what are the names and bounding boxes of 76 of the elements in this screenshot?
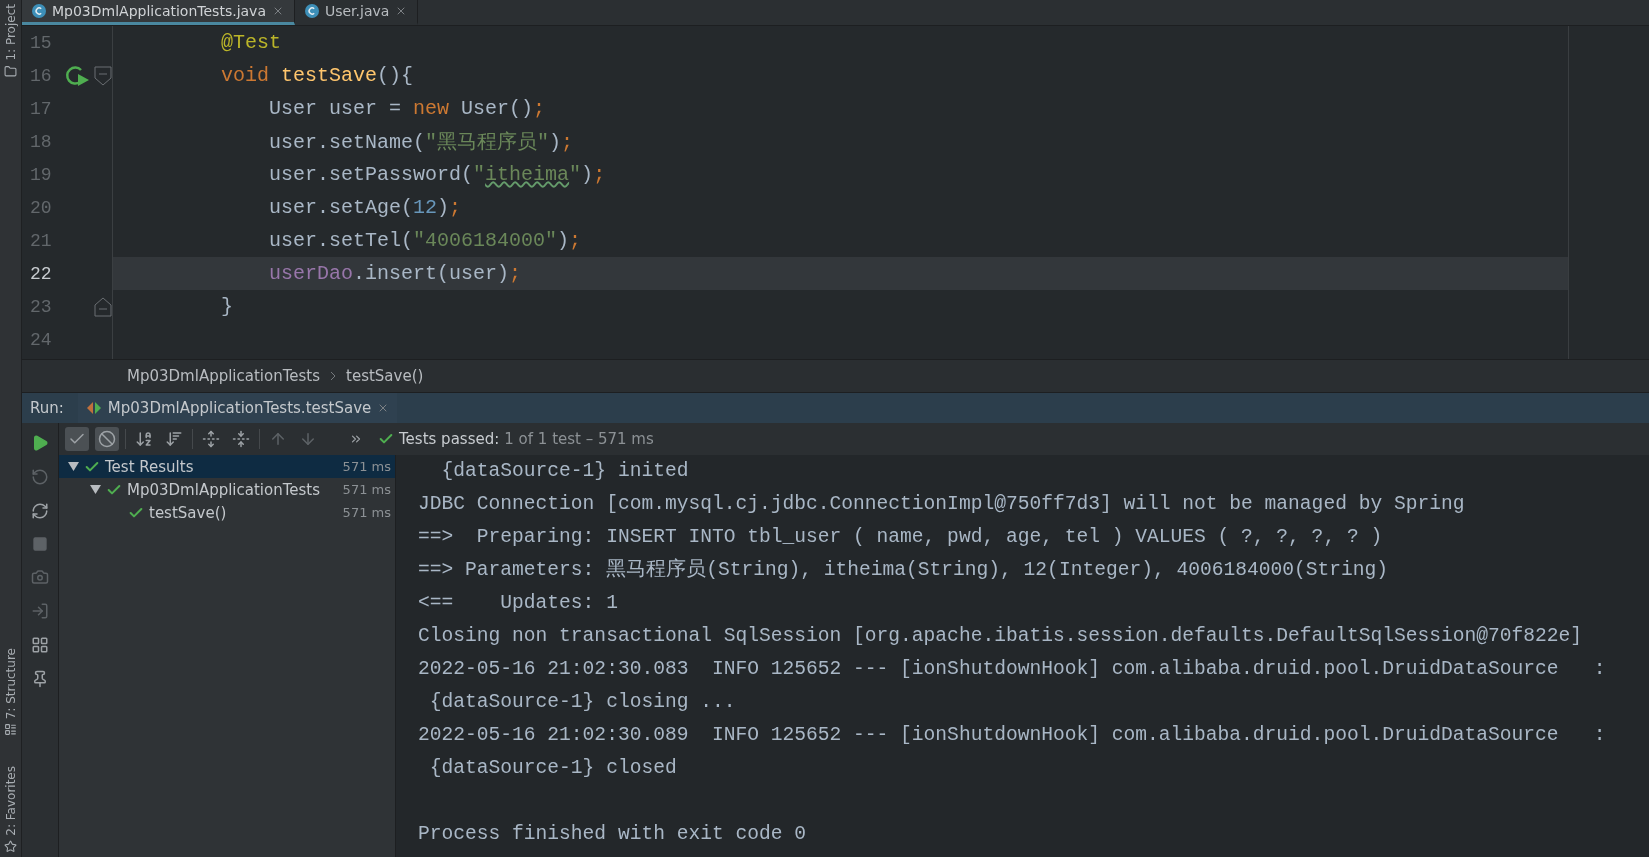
class-icon [304, 4, 319, 18]
code-line: } [220, 295, 233, 318]
rerun-icon [31, 468, 49, 486]
tests-status-detail: 1 of 1 test – 571 ms [504, 430, 654, 448]
layout-icon [31, 636, 49, 654]
code-line: @Test [220, 31, 282, 54]
tree-item[interactable]: Test Results 571 ms [59, 455, 395, 478]
code-line: User user = new User(); [268, 97, 546, 120]
line-number: 20 [29, 197, 53, 218]
duration-text: 571 ms [342, 482, 391, 497]
expanded-caret-icon[interactable] [67, 461, 79, 472]
pin-icon [31, 670, 49, 688]
console-line: 2022-05-16 21:02:30.089 INFO 125652 --- [ionShutdownHook] com.alibaba.druid.pool.DruidDataSource : [418, 724, 1606, 746]
code-line: userDao.insert(user); [268, 262, 522, 285]
duration-text: 571 ms [342, 459, 391, 474]
run-tab[interactable]: Mp03DmlApplicationTests.testSave [77, 393, 398, 423]
console-line: Process finished with exit code 0 [418, 823, 807, 845]
tool-window-button[interactable]: 2: Favorites [3, 766, 18, 853]
code-line: user.setTel("4006184000"); [268, 229, 582, 252]
line-number: 16 [29, 65, 53, 86]
run-label: Run: [29, 399, 65, 417]
ban-icon [98, 430, 116, 448]
console-line: 2022-05-16 21:02:30.083 INFO 125652 --- [ionShutdownHook] com.alibaba.druid.pool.DruidDataSource : [418, 658, 1606, 680]
tests-status-label: Tests passed: [399, 430, 500, 448]
tool-window-button[interactable]: 7: Structure [3, 647, 18, 737]
code-line: void testSave(){ [220, 64, 414, 87]
sort-alphabetical-icon [135, 430, 153, 448]
console-line: JDBC Connection [com.mysql.cj.jdbc.ConnectionImpl@750ff7d3] will not be managed by Spring [418, 493, 1465, 515]
console-line: {dataSource-1} closing ... [428, 691, 736, 713]
chevron-icon [330, 371, 337, 381]
line-number: 19 [29, 164, 53, 185]
show-passed-button[interactable] [65, 427, 89, 451]
star-icon [4, 840, 17, 853]
editor-tab[interactable]: User.java [294, 0, 419, 25]
play-icon [31, 434, 49, 452]
console-line: Closing non transactional SqlSession [org.apache.ibatis.session.defaults.DefaultSqlSession@70f822e] [418, 625, 1583, 647]
structure-icon [4, 723, 17, 737]
breadcrumb-item[interactable]: testSave() [346, 367, 424, 385]
project-tool-button[interactable]: 1: Project [3, 4, 18, 78]
line-number: 17 [29, 98, 53, 119]
import-icon [31, 602, 49, 620]
expand-icon [202, 430, 220, 448]
line-number: 22 [29, 263, 53, 284]
tree-item[interactable]: testSave() 571 ms [59, 501, 395, 524]
breadcrumb-item[interactable]: Mp03DmlApplicationTests [127, 367, 321, 385]
tree-item[interactable]: Mp03DmlApplicationTests 571 ms [59, 478, 395, 501]
class-icon [32, 4, 46, 18]
line-number: 15 [29, 32, 53, 53]
editor-tab[interactable]: Mp03DmlApplicationTests.java [22, 0, 295, 25]
double-chevron-icon [349, 432, 363, 446]
expanded-caret-icon[interactable] [89, 484, 101, 495]
stop-icon [32, 536, 48, 552]
line-number: 21 [29, 230, 53, 251]
console-line: ==> Preparing: INSERT INTO tbl_user ( name, pwd, age, tel ) VALUES ( ?, ?, ?, ? ) [418, 526, 1383, 548]
run-test-icon[interactable] [64, 63, 91, 88]
fold-marker-icon[interactable] [94, 65, 112, 86]
down-arrow-icon [299, 430, 317, 448]
line-number: 24 [29, 329, 53, 350]
refresh-icon [31, 502, 49, 520]
console-line: {dataSource-1} closed [428, 757, 677, 779]
folder-icon [4, 64, 17, 78]
test-class-icon [85, 401, 102, 415]
line-number: 18 [29, 131, 53, 152]
code-line: user.setName("黑马程序员"); [268, 130, 574, 155]
code-line: user.setAge(12); [268, 196, 462, 219]
console-line: <== Updates: 1 [418, 592, 618, 614]
show-ignored-button[interactable] [95, 427, 119, 451]
camera-icon [31, 568, 49, 586]
sort-icon [165, 430, 183, 448]
duration-text: 571 ms [342, 505, 391, 520]
code-line: user.setPassword("itheima"); [268, 163, 606, 186]
console-line: ==> Parameters: 黑马程序员(String), itheima(String), 12(Integer), 4006184000(String) [418, 559, 1389, 581]
fold-marker-icon[interactable] [94, 296, 112, 317]
line-number: 23 [29, 296, 53, 317]
console-line: {dataSource-1} inited [440, 460, 689, 482]
collapse-icon [232, 430, 250, 448]
